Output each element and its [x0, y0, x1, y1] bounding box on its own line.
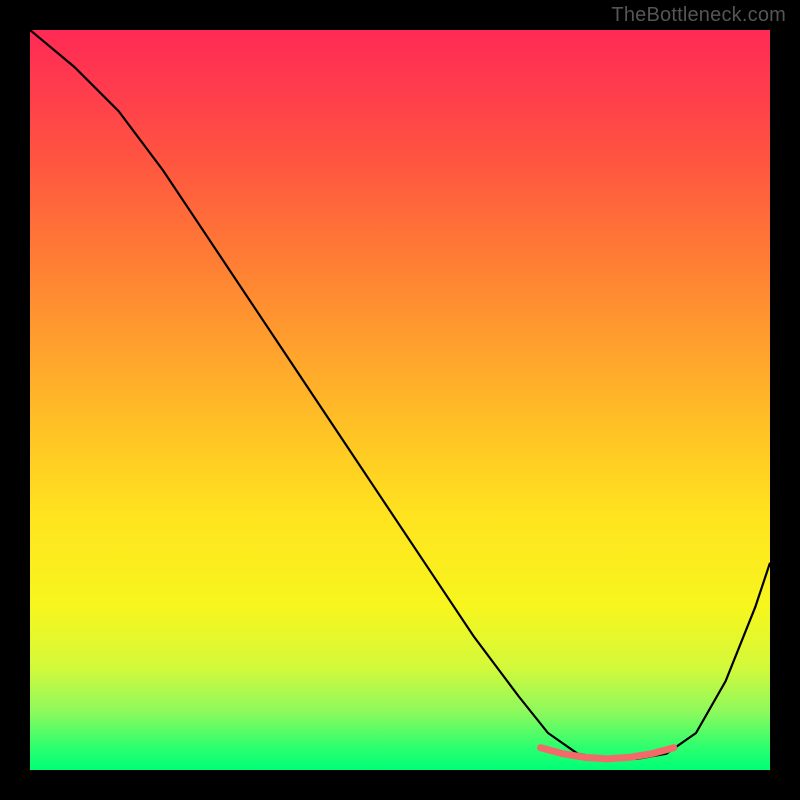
highlight-band-path [541, 748, 674, 759]
chart-lines [30, 30, 770, 770]
watermark-label: TheBottleneck.com [611, 4, 786, 27]
bottleneck-curve-path [30, 30, 770, 759]
chart-plot-area [30, 30, 770, 770]
